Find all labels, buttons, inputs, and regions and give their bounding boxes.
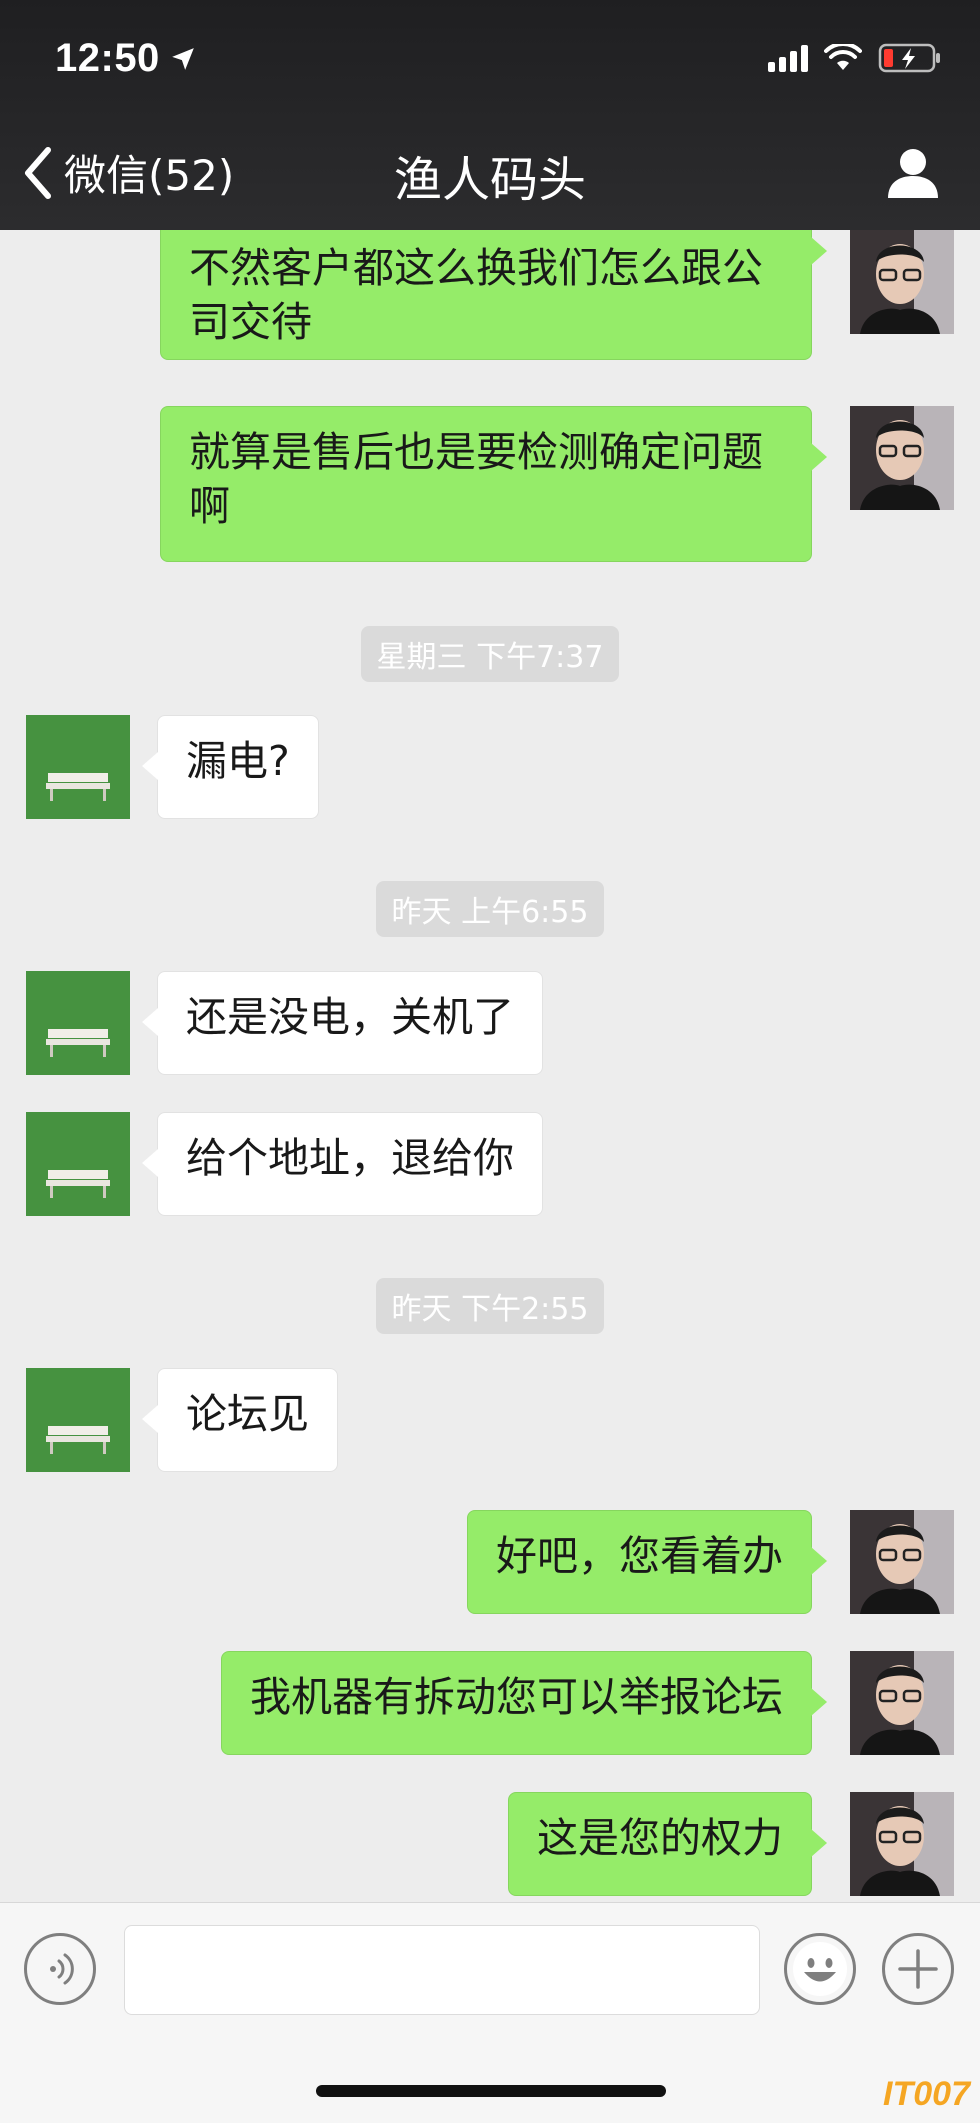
message-item: 就算是售后也是要检测确定问题 啊	[0, 406, 980, 566]
avatar[interactable]	[850, 230, 954, 334]
back-label: 微信(52)	[64, 151, 235, 200]
message-text: 论坛见	[186, 1390, 309, 1438]
message-text: 好吧，您看着办	[496, 1532, 783, 1580]
wifi-icon	[824, 44, 862, 70]
message-bubble[interactable]: 给个地址，退给你	[142, 1112, 543, 1216]
watermark-logo: IT007	[883, 2075, 970, 2113]
chat-screen: 12:50 微信(52) 渔人码头 不然客户都这么换我们怎么跟公 司交待 就算是…	[0, 0, 980, 2123]
contact-avatar-image	[26, 1368, 130, 1472]
message-bubble[interactable]: 就算是售后也是要检测确定问题 啊	[160, 406, 827, 562]
message-list[interactable]: 不然客户都这么换我们怎么跟公 司交待 就算是售后也是要检测确定问题 啊 星期三 …	[0, 230, 980, 1902]
message-item: 我机器有拆动您可以举报论坛	[0, 1651, 980, 1755]
plus-icon	[898, 1949, 938, 1989]
user-avatar-image	[850, 1651, 954, 1755]
message-item: 论坛见	[0, 1368, 980, 1472]
message-input[interactable]	[124, 1925, 760, 2015]
message-bubble[interactable]: 我机器有拆动您可以举报论坛	[221, 1651, 827, 1755]
voice-icon	[50, 1953, 74, 1985]
message-bubble[interactable]: 漏电?	[142, 715, 319, 819]
timestamp-label: 昨天 下午2:55	[375, 1278, 605, 1334]
timestamp-label: 星期三 下午7:37	[360, 626, 620, 682]
user-avatar-image	[850, 1792, 954, 1896]
message-item: 还是没电，关机了	[0, 971, 980, 1075]
message-item: 这是您的权力	[0, 1792, 980, 1896]
user-avatar-image	[850, 1510, 954, 1614]
top-bar: 12:50 微信(52) 渔人码头	[0, 0, 980, 230]
message-text-line: 就算是售后也是要检测确定问题	[189, 428, 763, 476]
message-text-line: 不然客户都这么换我们怎么跟公	[189, 244, 763, 292]
timestamp: 昨天 下午2:55	[0, 1278, 980, 1334]
signal-icon	[768, 44, 808, 72]
avatar[interactable]	[26, 1112, 130, 1216]
message-item: 给个地址，退给你	[0, 1112, 980, 1216]
message-item: 不然客户都这么换我们怎么跟公 司交待	[0, 230, 980, 370]
message-bubble[interactable]: 还是没电，关机了	[142, 971, 543, 1075]
message-item: 好吧，您看着办	[0, 1510, 980, 1614]
message-text: 给个地址，退给你	[186, 1134, 514, 1182]
contact-avatar-image	[26, 1112, 130, 1216]
contact-avatar-image	[26, 971, 130, 1075]
home-indicator[interactable]	[316, 2085, 666, 2097]
avatar[interactable]	[850, 1651, 954, 1755]
message-text-line: 啊	[189, 482, 230, 530]
avatar[interactable]	[26, 971, 130, 1075]
avatar[interactable]	[850, 406, 954, 510]
location-arrow-icon	[171, 47, 194, 70]
message-text: 我机器有拆动您可以举报论坛	[250, 1673, 783, 1721]
user-avatar-image	[850, 230, 954, 334]
avatar[interactable]	[26, 715, 130, 819]
message-text: 这是您的权力	[537, 1814, 783, 1862]
timestamp: 昨天 上午6:55	[0, 881, 980, 937]
timestamp: 星期三 下午7:37	[0, 626, 980, 682]
more-button[interactable]	[882, 1933, 954, 2005]
message-bubble[interactable]: 好吧，您看着办	[467, 1510, 827, 1614]
message-item: 漏电?	[0, 715, 980, 819]
message-text-line: 司交待	[189, 298, 312, 346]
message-bubble[interactable]: 这是您的权力	[508, 1792, 827, 1896]
emoji-button[interactable]	[784, 1933, 856, 2005]
message-bubble[interactable]: 论坛见	[142, 1368, 338, 1472]
message-text: 还是没电，关机了	[186, 993, 514, 1041]
emoji-icon	[793, 1942, 847, 1996]
person-icon[interactable]	[886, 146, 940, 200]
avatar[interactable]	[850, 1510, 954, 1614]
message-bubble[interactable]: 不然客户都这么换我们怎么跟公 司交待	[160, 230, 827, 360]
contact-avatar-image	[26, 715, 130, 819]
voice-button[interactable]	[24, 1933, 96, 2005]
timestamp-label: 昨天 上午6:55	[375, 881, 605, 937]
avatar[interactable]	[850, 1792, 954, 1896]
status-time: 12:50	[55, 36, 196, 81]
status-icons	[768, 42, 942, 74]
chevron-left-icon	[25, 146, 51, 199]
status-time-text: 12:50	[55, 36, 160, 80]
message-text: 漏电?	[186, 737, 290, 785]
avatar[interactable]	[26, 1368, 130, 1472]
back-button[interactable]: 微信(52)	[22, 142, 234, 203]
user-avatar-image	[850, 406, 954, 510]
battery-icon	[878, 43, 940, 73]
